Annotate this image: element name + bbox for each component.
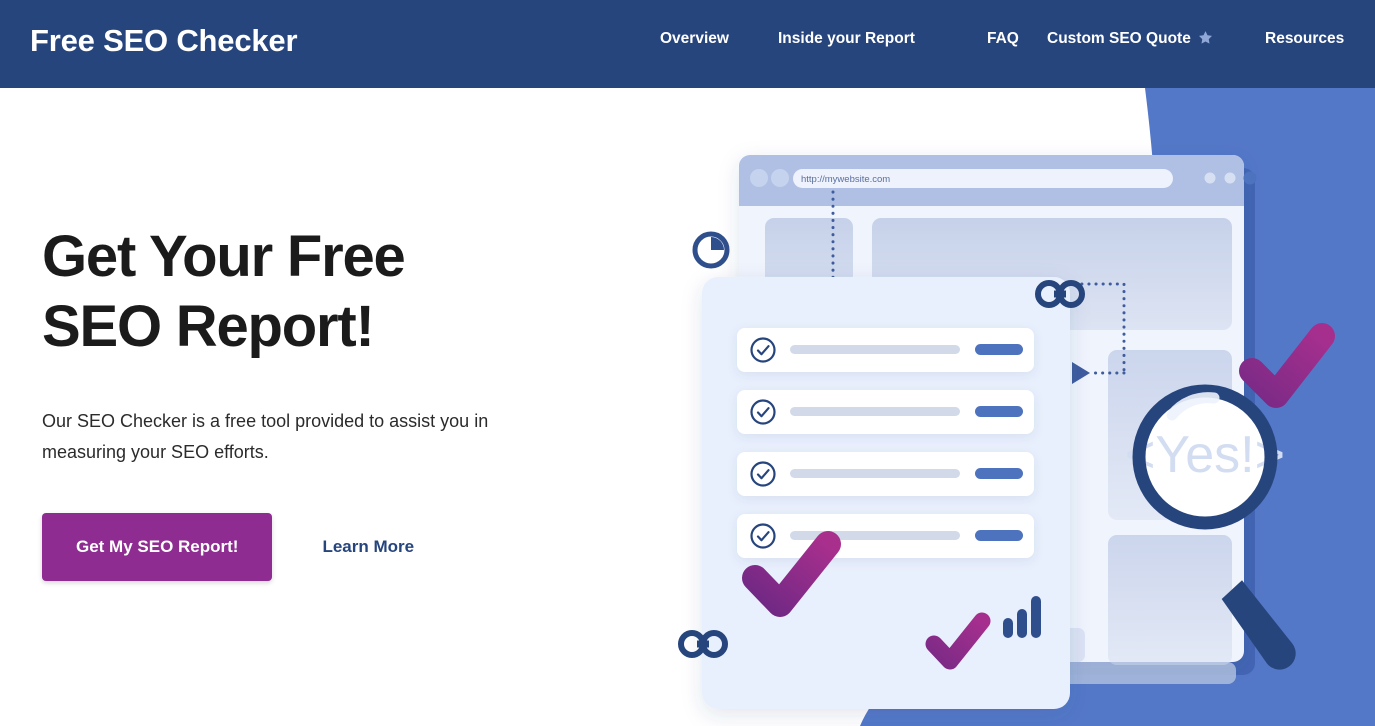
browser-dot-right-1 xyxy=(1204,172,1216,184)
hero-title-line-1: Get Your Free xyxy=(42,224,406,289)
browser-url-text: http://mywebsite.com xyxy=(801,174,890,185)
hero-subtitle: Our SEO Checker is a free tool provided … xyxy=(42,411,489,463)
nav-item-custom-seo-quote[interactable]: Custom SEO Quote xyxy=(1047,30,1213,49)
page-title: Get Your Free SEO Report! xyxy=(42,222,602,362)
row-bar xyxy=(790,469,960,478)
checklist-row xyxy=(737,452,1034,496)
checklist-card xyxy=(702,277,1070,709)
nav-label: Overview xyxy=(660,30,729,47)
browser-dot-left-1 xyxy=(750,169,768,187)
row-pill xyxy=(975,468,1023,479)
browser-dot-right-2 xyxy=(1224,172,1236,184)
row-bar xyxy=(790,531,960,540)
row-bar xyxy=(790,345,960,354)
hero-title-line-2: SEO Report! xyxy=(42,294,375,360)
browser-dot-right-3 xyxy=(1243,171,1257,185)
page-root: Free SEO Checker Overview Inside your Re… xyxy=(0,0,1375,726)
nav-label: Resources xyxy=(1265,30,1345,47)
checklist-row xyxy=(737,390,1034,434)
get-my-seo-report-button[interactable]: Get My SEO Report! xyxy=(42,513,273,582)
checklist-row xyxy=(737,328,1034,372)
nav-item-overview[interactable]: Overview xyxy=(660,30,729,48)
nav-label: Custom SEO Quote xyxy=(1047,30,1191,48)
site-header: Free SEO Checker Overview Inside your Re… xyxy=(0,0,1375,88)
star-icon xyxy=(1198,30,1213,49)
row-pill xyxy=(975,344,1023,355)
site-brand[interactable]: Free SEO Checker xyxy=(30,23,298,59)
learn-more-link[interactable]: Learn More xyxy=(322,537,414,557)
hero-actions: Get My SEO Report! Learn More xyxy=(42,513,602,582)
browser-block-right-bottom xyxy=(1108,535,1232,665)
browser-dot-left-2 xyxy=(771,169,789,187)
checklist-row xyxy=(737,514,1034,558)
nav-label: FAQ xyxy=(987,30,1019,47)
nav-item-faq[interactable]: FAQ xyxy=(987,30,1019,48)
row-bar xyxy=(790,407,960,416)
nav-item-resources[interactable]: Resources xyxy=(1265,30,1344,48)
nav-item-inside-your-report[interactable]: Inside your Report xyxy=(778,30,915,48)
hero-copy: Get Your Free SEO Report! Our SEO Checke… xyxy=(42,222,602,582)
row-pill xyxy=(975,530,1023,541)
clock-icon xyxy=(692,231,730,269)
row-pill xyxy=(975,406,1023,417)
nav-label: Inside your Report xyxy=(778,30,915,47)
